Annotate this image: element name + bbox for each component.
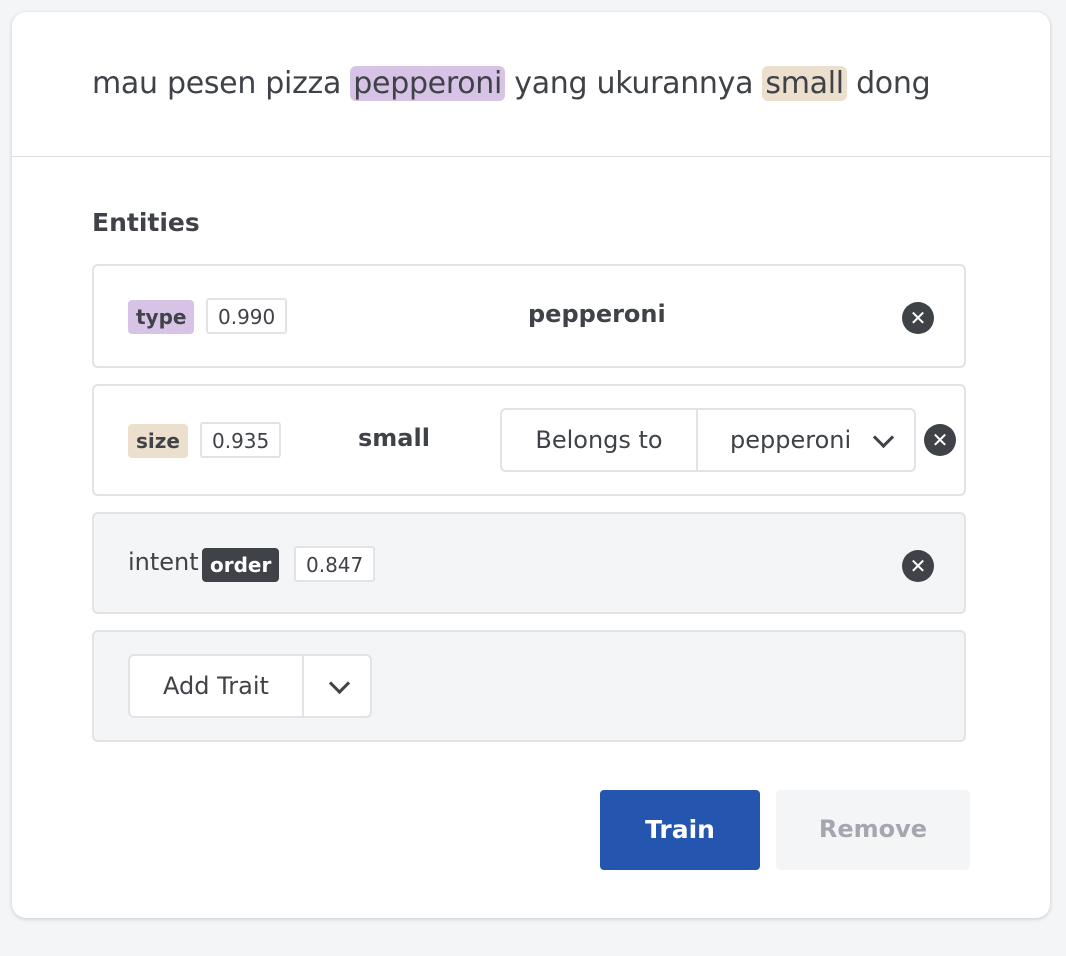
confidence-score: 0.847 [294, 546, 376, 582]
belongs-to-label: Belongs to [502, 410, 698, 470]
add-trait-button-group: Add Trait [128, 654, 372, 718]
highlight-entity-type[interactable]: pepperoni [350, 66, 506, 101]
intent-tag: order [202, 548, 280, 582]
confidence-score: 0.935 [200, 422, 282, 458]
utterance-part: dong [846, 66, 931, 101]
chevron-down-icon [328, 672, 351, 695]
entity-row-type: type 0.990 pepperoni ✕ [92, 264, 966, 368]
entity-value: pepperoni [528, 300, 666, 328]
entity-value: small [358, 424, 430, 452]
entity-tag-size: size [128, 424, 188, 458]
divider [12, 156, 1050, 157]
utterance-text: mau pesen pizza pepperoni yang ukurannya… [92, 62, 931, 106]
chevron-down-icon [872, 426, 895, 449]
intent-label: intent [128, 548, 199, 576]
train-button[interactable]: Train [600, 790, 760, 870]
add-trait-row: Add Trait [92, 630, 966, 742]
entity-row-size: size 0.935 small Belongs to pepperoni ✕ [92, 384, 966, 496]
add-trait-button[interactable]: Add Trait [130, 656, 304, 716]
close-icon[interactable]: ✕ [902, 550, 934, 582]
highlight-entity-size[interactable]: small [762, 66, 847, 101]
utterance-part: mau pesen pizza [92, 66, 351, 101]
belongs-to-select[interactable]: Belongs to pepperoni [500, 408, 916, 472]
entity-tag-type: type [128, 300, 195, 334]
utterance-part: yang ukurannya [505, 66, 763, 101]
entity-editor-card: mau pesen pizza pepperoni yang ukurannya… [12, 12, 1050, 918]
close-icon[interactable]: ✕ [924, 424, 956, 456]
belongs-to-selected: pepperoni [730, 426, 852, 454]
close-icon[interactable]: ✕ [902, 302, 934, 334]
belongs-to-value[interactable]: pepperoni [698, 410, 914, 470]
add-trait-dropdown[interactable] [304, 656, 370, 716]
remove-button[interactable]: Remove [776, 790, 970, 870]
intent-row: intent order 0.847 ✕ [92, 512, 966, 614]
entities-heading: Entities [92, 208, 200, 237]
confidence-score: 0.990 [206, 298, 288, 334]
